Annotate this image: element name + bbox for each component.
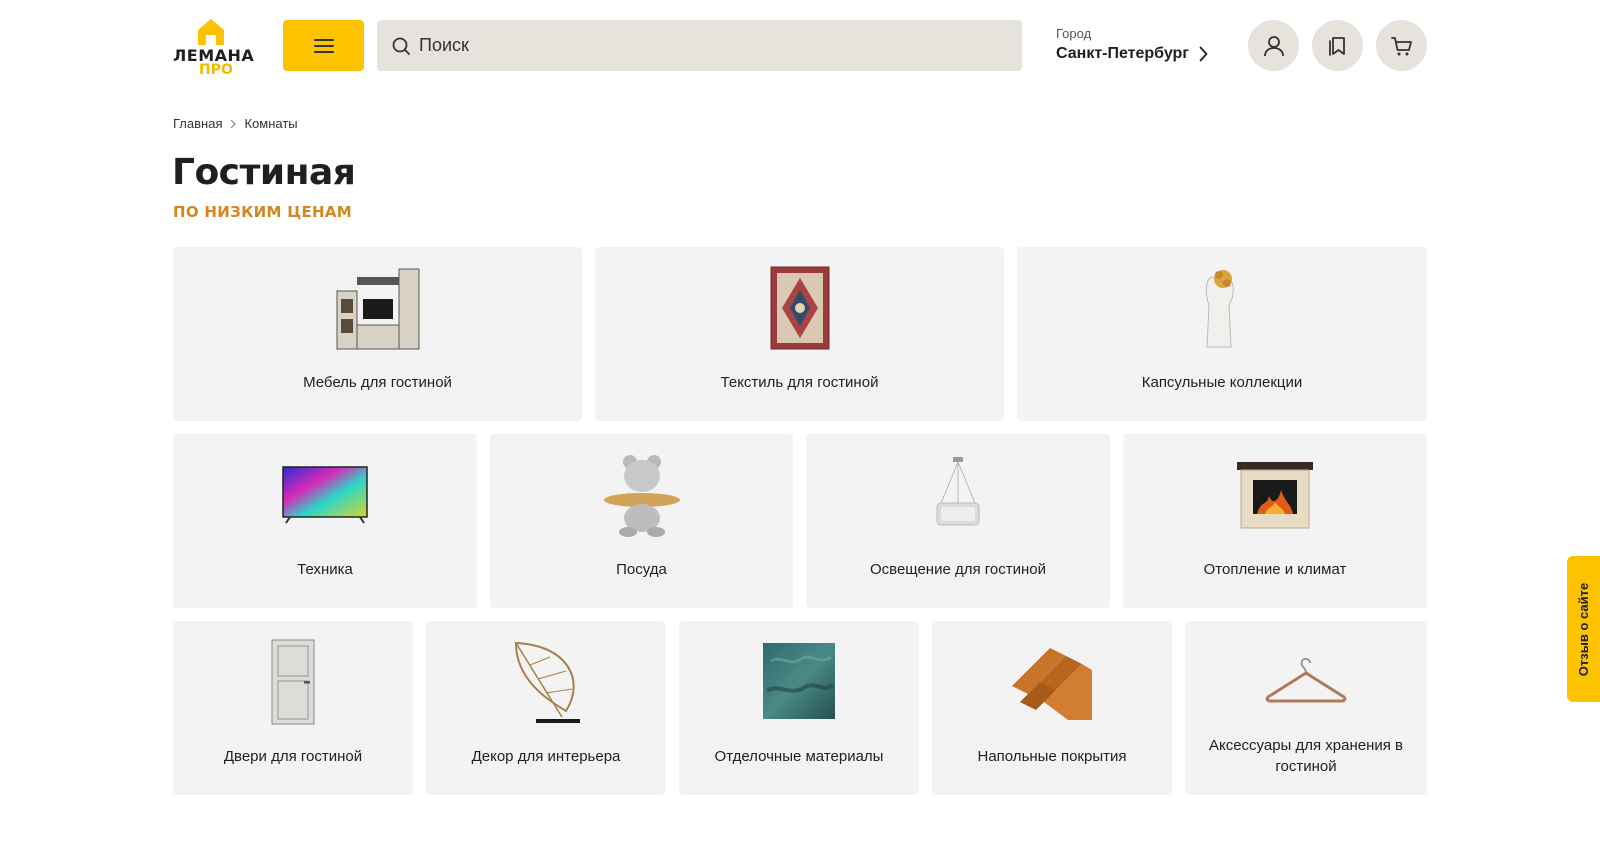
city-selector[interactable]: Город Санкт-Петербург <box>1056 26 1208 63</box>
city-label: Город <box>1056 26 1092 41</box>
chevron-right-icon <box>1199 46 1208 62</box>
category-label: Техника <box>297 561 353 578</box>
category-label: Напольные покрытия <box>977 748 1127 765</box>
bookmark-icon <box>1328 36 1345 56</box>
category-tile-finishing[interactable]: Отделочные материалы <box>679 621 919 795</box>
breadcrumb-link-rooms[interactable]: Комнаты <box>244 116 297 131</box>
category-tile-heating[interactable]: Отопление и климат <box>1123 434 1427 608</box>
category-label: Мебель для гостиной <box>303 374 452 391</box>
catalog-menu-button[interactable] <box>283 20 364 71</box>
category-tile-doors[interactable]: Двери для гостиной <box>173 621 413 795</box>
leaf-decor-icon <box>501 637 591 727</box>
category-tile-lighting[interactable]: Освещение для гостиной <box>806 434 1110 608</box>
favorites-button[interactable] <box>1312 20 1363 71</box>
category-label: Текстиль для гостиной <box>720 374 879 391</box>
profile-button[interactable] <box>1248 20 1299 71</box>
door-icon <box>248 637 338 727</box>
category-label: Двери для гостиной <box>223 748 363 765</box>
fireplace-icon <box>1230 450 1320 540</box>
parquet-icon <box>1007 637 1097 727</box>
category-tile-textile[interactable]: Текстиль для гостиной <box>595 247 1004 421</box>
rug-icon <box>755 263 845 353</box>
cart-button[interactable] <box>1376 20 1427 71</box>
category-label: Декор для интерьера <box>471 748 621 765</box>
category-tile-flooring[interactable]: Напольные покрытия <box>932 621 1172 795</box>
city-value: Санкт-Петербург <box>1056 45 1189 62</box>
page-subtitle: ПО НИЗКИМ ЦЕНАМ <box>173 203 353 221</box>
category-tile-appliances[interactable]: Техника <box>173 434 477 608</box>
house-logo-icon <box>198 19 224 45</box>
search-input[interactable] <box>419 35 979 56</box>
tv-icon <box>280 450 370 540</box>
category-label: Освещение для гостиной <box>869 561 1047 578</box>
cart-icon <box>1390 36 1412 55</box>
category-label: Отопление и климат <box>1203 561 1347 578</box>
category-label: Капсульные коллекции <box>1141 374 1303 391</box>
breadcrumb: Главная Комнаты <box>173 116 298 131</box>
hanger-icon <box>1261 637 1351 727</box>
feedback-tab[interactable]: Отзыв о сайте <box>1567 556 1600 702</box>
bear-tray-icon <box>597 450 687 540</box>
category-label: Посуда <box>616 561 667 578</box>
category-tile-decor[interactable]: Декор для интерьера <box>426 621 666 795</box>
category-tile-dishes[interactable]: Посуда <box>490 434 793 608</box>
site-logo[interactable]: ЛЕМАНА ПРО <box>173 18 254 78</box>
logo-text-sub: ПРО <box>199 62 233 78</box>
breadcrumb-link-home[interactable]: Главная <box>173 116 222 131</box>
search-bar[interactable] <box>377 20 1022 71</box>
vase-sculpture-icon <box>1177 263 1267 353</box>
feedback-label: Отзыв о сайте <box>1576 582 1591 676</box>
category-tile-capsule[interactable]: Капсульные коллекции <box>1017 247 1427 421</box>
category-label: Аксессуары для хранения в гостиной <box>1208 737 1404 775</box>
hamburger-icon <box>313 38 334 53</box>
category-tile-furniture[interactable]: Мебель для гостиной <box>173 247 582 421</box>
tv-wall-unit-icon <box>333 263 423 353</box>
header: ЛЕМАНА ПРО Город Санкт-Петербург <box>173 18 1427 78</box>
chandelier-icon <box>913 450 1003 540</box>
chevron-right-icon <box>230 119 237 129</box>
page-title: Гостиная <box>172 152 356 193</box>
category-label: Отделочные материалы <box>714 748 884 765</box>
user-icon <box>1263 35 1284 56</box>
category-tile-storage[interactable]: Аксессуары для хранения в гостиной <box>1185 621 1427 795</box>
search-icon <box>392 37 410 55</box>
wallpaper-icon <box>754 637 844 727</box>
